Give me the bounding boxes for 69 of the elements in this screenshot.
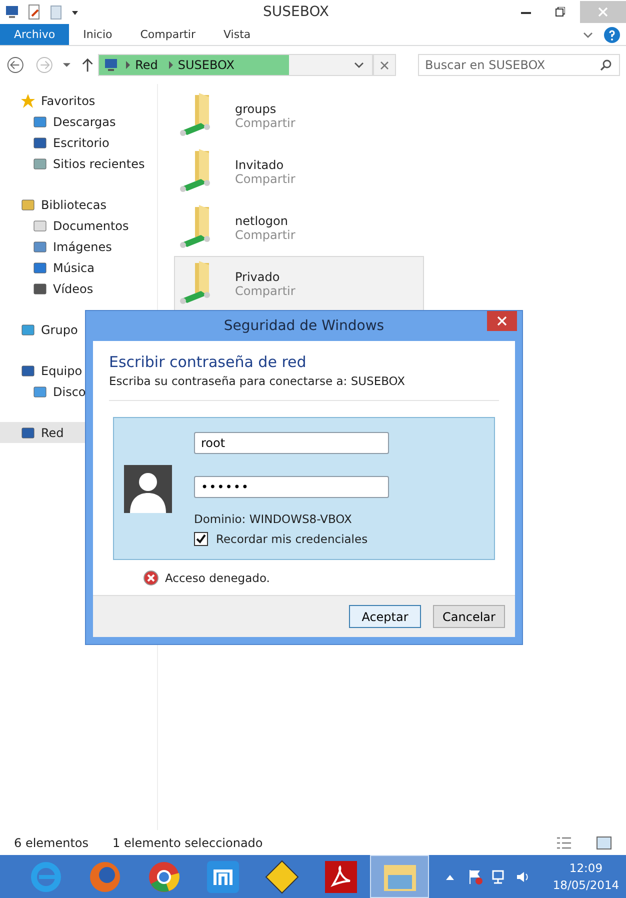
ok-button[interactable]: Aceptar — [349, 605, 421, 628]
history-dropdown-icon[interactable] — [62, 60, 71, 70]
share-type: Compartir — [235, 116, 296, 130]
chrome-icon[interactable] — [146, 860, 180, 894]
dialog-heading: Escribir contraseña de red — [108, 352, 308, 371]
sidebar-item[interactable]: Grupo — [0, 319, 157, 340]
share-name: Invitado — [235, 158, 285, 172]
domain-label: Dominio: WINDOWS8-VBOX — [194, 512, 353, 526]
m-tile-icon[interactable] — [206, 860, 238, 892]
star-icon — [20, 92, 36, 108]
close-icon — [598, 7, 608, 17]
pdf-icon[interactable] — [324, 860, 356, 892]
dropdown-icon[interactable] — [354, 60, 364, 70]
checkbox[interactable] — [194, 532, 208, 546]
help-icon[interactable] — [604, 26, 620, 42]
sidebar-item[interactable]: Vídeos — [0, 278, 157, 299]
username-field[interactable]: root — [194, 432, 389, 454]
dialog-title: Seguridad de Windows — [224, 318, 384, 334]
sidebar-item[interactable]: Descargas — [0, 111, 157, 132]
share-name: Privado — [235, 270, 281, 284]
close-icon — [380, 60, 390, 70]
cancel-button[interactable]: Cancelar — [433, 605, 505, 628]
up-arrow-icon[interactable] — [80, 57, 94, 73]
sidebar-item[interactable]: Sitios recientes — [0, 153, 157, 174]
clear-button[interactable] — [373, 54, 396, 76]
show-hidden-icons[interactable] — [445, 872, 455, 880]
error-message: Acceso denegado. — [165, 571, 270, 585]
share-name: netlogon — [235, 214, 289, 228]
diamond-sign-icon[interactable] — [264, 860, 298, 894]
checkbox-label: Recordar mis credenciales — [216, 532, 368, 546]
search-icon — [600, 59, 612, 71]
share-item[interactable]: netlogon Compartir — [174, 200, 424, 256]
share-item[interactable]: Invitado Compartir — [174, 144, 424, 200]
close-icon — [497, 316, 507, 326]
breadcrumb[interactable]: Red — [131, 58, 162, 72]
share-item[interactable]: Privado Compartir — [174, 256, 424, 312]
share-type: Compartir — [235, 228, 296, 242]
clock[interactable]: 12:09 18/05/2014 — [546, 860, 626, 894]
share-item[interactable]: groups Compartir — [174, 88, 424, 144]
sidebar-item[interactable]: Bibliotecas — [0, 194, 157, 215]
chevron-icon — [168, 61, 174, 69]
breadcrumb[interactable]: SUSEBOX — [174, 58, 238, 72]
sidebar-item[interactable]: Música — [0, 257, 157, 278]
properties-icon[interactable] — [26, 4, 42, 20]
chevron-icon — [125, 61, 132, 69]
restore-icon — [555, 7, 565, 17]
window-title: SUSEBOX — [262, 4, 330, 20]
network-tray-icon[interactable] — [491, 868, 507, 884]
sidebar-item[interactable]: Imágenes — [0, 236, 157, 257]
user-avatar-icon — [124, 464, 172, 512]
sidebar-item[interactable]: Documentos — [0, 215, 157, 236]
selection-count: 1 elemento seleccionado — [112, 836, 263, 850]
dialog-subtitle: Escriba su contraseña para conectarse a: SUSEBOX — [108, 373, 406, 388]
share-type: Compartir — [235, 172, 296, 186]
error-icon — [143, 570, 159, 586]
share-type: Compartir — [235, 284, 296, 298]
share-name: groups — [235, 102, 278, 116]
sidebar-item[interactable]: Escritorio — [0, 132, 157, 153]
close-button[interactable] — [487, 311, 517, 331]
sidebar-item[interactable]: Favoritos — [0, 90, 157, 111]
back-icon[interactable] — [6, 55, 25, 75]
address-bar[interactable]: Red SUSEBOX — [98, 54, 374, 76]
details-view-icon[interactable] — [556, 836, 572, 850]
flag-icon[interactable] — [467, 868, 483, 884]
large-icons-view-icon[interactable] — [596, 836, 612, 850]
file-menu-tab[interactable]: Archivo — [0, 24, 70, 45]
password-field[interactable]: •••••• — [194, 476, 389, 498]
search-field[interactable]: Buscar en SUSEBOX — [418, 54, 620, 76]
item-count: 6 elementos — [14, 836, 89, 850]
